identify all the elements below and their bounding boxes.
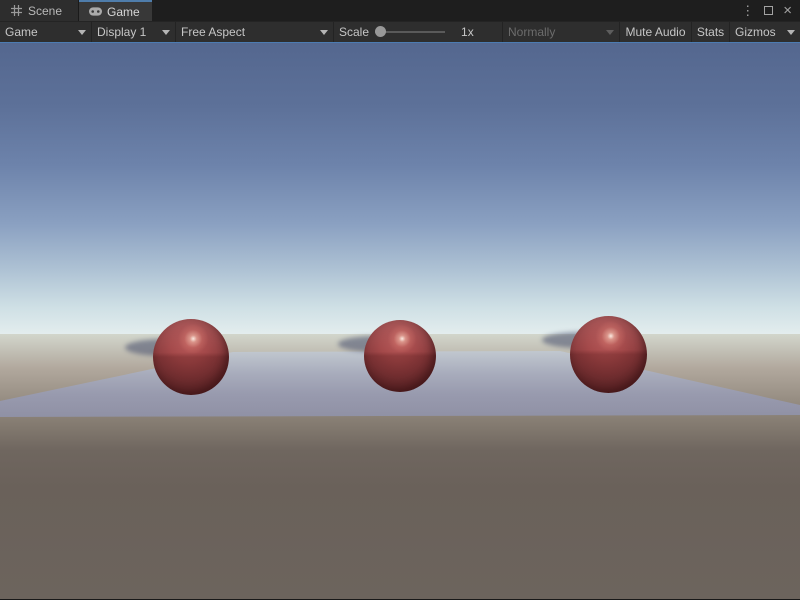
tab-game-label: Game xyxy=(107,5,140,19)
game-view-toolbar: Game Display 1 Free Aspect Scale 1x Norm… xyxy=(0,21,800,43)
game-viewport[interactable] xyxy=(0,43,800,599)
tab-bar: Scene Game ⋮ × xyxy=(0,0,800,21)
chevron-down-icon xyxy=(162,30,170,35)
tab-scene-label: Scene xyxy=(28,4,62,18)
gamepad-icon xyxy=(89,6,102,17)
chevron-down-icon xyxy=(78,30,86,35)
scale-slider-knob[interactable] xyxy=(375,26,386,37)
tab-game[interactable]: Game xyxy=(79,0,152,21)
scale-control: Scale 1x xyxy=(334,22,503,42)
display-dropdown[interactable]: Display 1 xyxy=(92,22,176,42)
tab-bar-empty-space xyxy=(152,0,741,21)
red-sphere-center xyxy=(364,320,436,392)
chevron-down-icon xyxy=(787,30,795,35)
scale-label: Scale xyxy=(339,25,369,39)
chevron-down-icon xyxy=(606,30,614,35)
mute-audio-button[interactable]: Mute Audio xyxy=(620,22,692,42)
view-menu-label: Game xyxy=(5,25,38,39)
red-sphere-right xyxy=(570,316,647,393)
close-icon[interactable]: × xyxy=(783,3,792,18)
gizmos-dropdown[interactable]: Gizmos xyxy=(730,22,800,42)
grid-icon xyxy=(10,5,23,16)
display-label: Display 1 xyxy=(97,25,146,39)
scale-slider[interactable] xyxy=(375,26,453,38)
aspect-ratio-label: Free Aspect xyxy=(181,25,245,39)
mute-audio-label: Mute Audio xyxy=(625,25,685,39)
scale-value: 1x xyxy=(461,25,474,39)
gizmos-label: Gizmos xyxy=(735,25,776,39)
stats-label: Stats xyxy=(697,25,724,39)
window-controls: ⋮ × xyxy=(741,0,800,21)
aspect-ratio-dropdown[interactable]: Free Aspect xyxy=(176,22,334,42)
play-mode-label: Normally xyxy=(508,25,555,39)
play-mode-dropdown[interactable]: Normally xyxy=(503,22,620,42)
red-sphere-left xyxy=(153,319,229,395)
view-menu-dropdown[interactable]: Game xyxy=(0,22,92,42)
chevron-down-icon xyxy=(320,30,328,35)
tab-scene[interactable]: Scene xyxy=(0,0,79,21)
kebab-menu-icon[interactable]: ⋮ xyxy=(741,4,754,17)
stats-button[interactable]: Stats xyxy=(692,22,730,42)
maximize-icon[interactable] xyxy=(764,6,773,15)
sky-gradient xyxy=(0,43,800,334)
